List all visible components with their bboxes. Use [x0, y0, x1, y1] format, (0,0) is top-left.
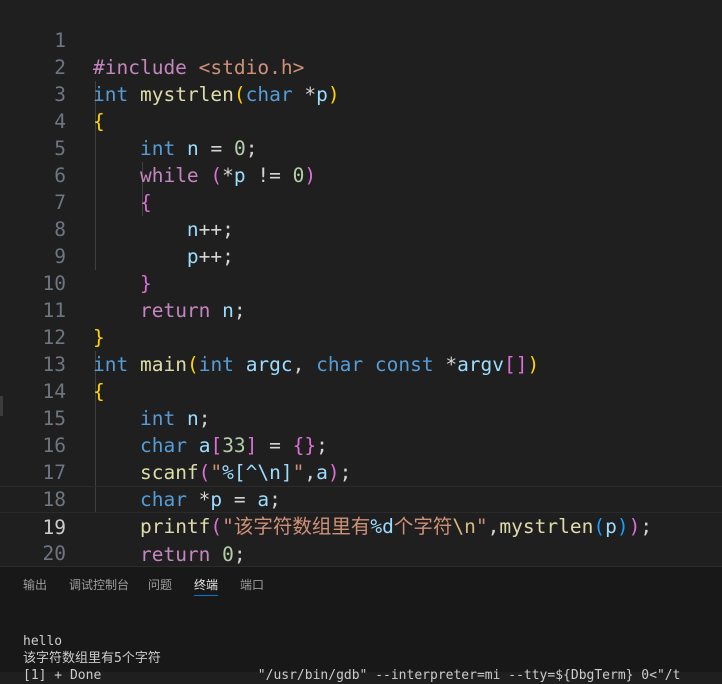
terminal-line: hello	[23, 634, 63, 649]
code-line[interactable]: 16 scanf("%[^\n]",a);	[0, 405, 722, 484]
code-editor[interactable]: 1 #include <stdio.h> 2 int mystrlen(char…	[0, 0, 722, 566]
code-line[interactable]: 13 {	[0, 324, 722, 403]
code-line[interactable]: 7 n++;	[0, 162, 722, 241]
code-line[interactable]: 14 int n;	[0, 351, 722, 430]
keyword-token: return	[139, 543, 211, 566]
code-line[interactable]: 9 }	[0, 216, 722, 295]
code-line[interactable]: 17 char *p = a;	[0, 432, 722, 511]
code-line[interactable]: 10 return n;	[0, 243, 722, 322]
tab-output[interactable]: 输出	[23, 575, 47, 595]
code-line[interactable]: 18 printf("该字符数组里有%d个字符\n",mystrlen(p));	[0, 459, 722, 538]
punctuation-token: ;	[233, 543, 246, 566]
code-line[interactable]: 12 int main(int argc, char const *argv[]…	[0, 297, 722, 376]
sash-handle[interactable]	[0, 396, 3, 416]
code-line[interactable]: 1 #include <stdio.h>	[0, 0, 722, 79]
code-line[interactable]: 6 {	[0, 135, 722, 214]
code-line[interactable]: 5 while (*p != 0)	[0, 108, 722, 187]
code-line[interactable]: 11 }	[0, 270, 722, 349]
terminal-line: [1] + Done "/usr/bin/gdb" --interpreter=…	[23, 668, 681, 683]
code-line-current[interactable]: 19 return 0;	[0, 486, 722, 566]
terminal-line: 该字符数组里有5个字符	[23, 651, 161, 666]
number-token: 0	[222, 543, 234, 566]
code-line[interactable]: 2 int mystrlen(char *p)	[0, 27, 722, 106]
code-line[interactable]: 8 p++;	[0, 189, 722, 268]
code-line[interactable]: 3 {	[0, 54, 722, 133]
bottom-panel: 输出 调试控制台 问题 终端 端口 hello 该字符数组里有5个字符 [1] …	[0, 566, 722, 683]
tab-problems[interactable]: 问题	[148, 575, 172, 595]
tab-terminal[interactable]: 终端	[194, 575, 219, 596]
tab-debug-console[interactable]: 调试控制台	[69, 575, 129, 595]
tab-ports[interactable]: 端口	[240, 575, 264, 595]
line-number: 20	[42, 542, 66, 565]
code-line[interactable]: 20 }	[0, 513, 722, 565]
code-line[interactable]: 15 char a[33] = {};	[0, 378, 722, 457]
code-line[interactable]: 4 int n = 0;	[0, 81, 722, 160]
